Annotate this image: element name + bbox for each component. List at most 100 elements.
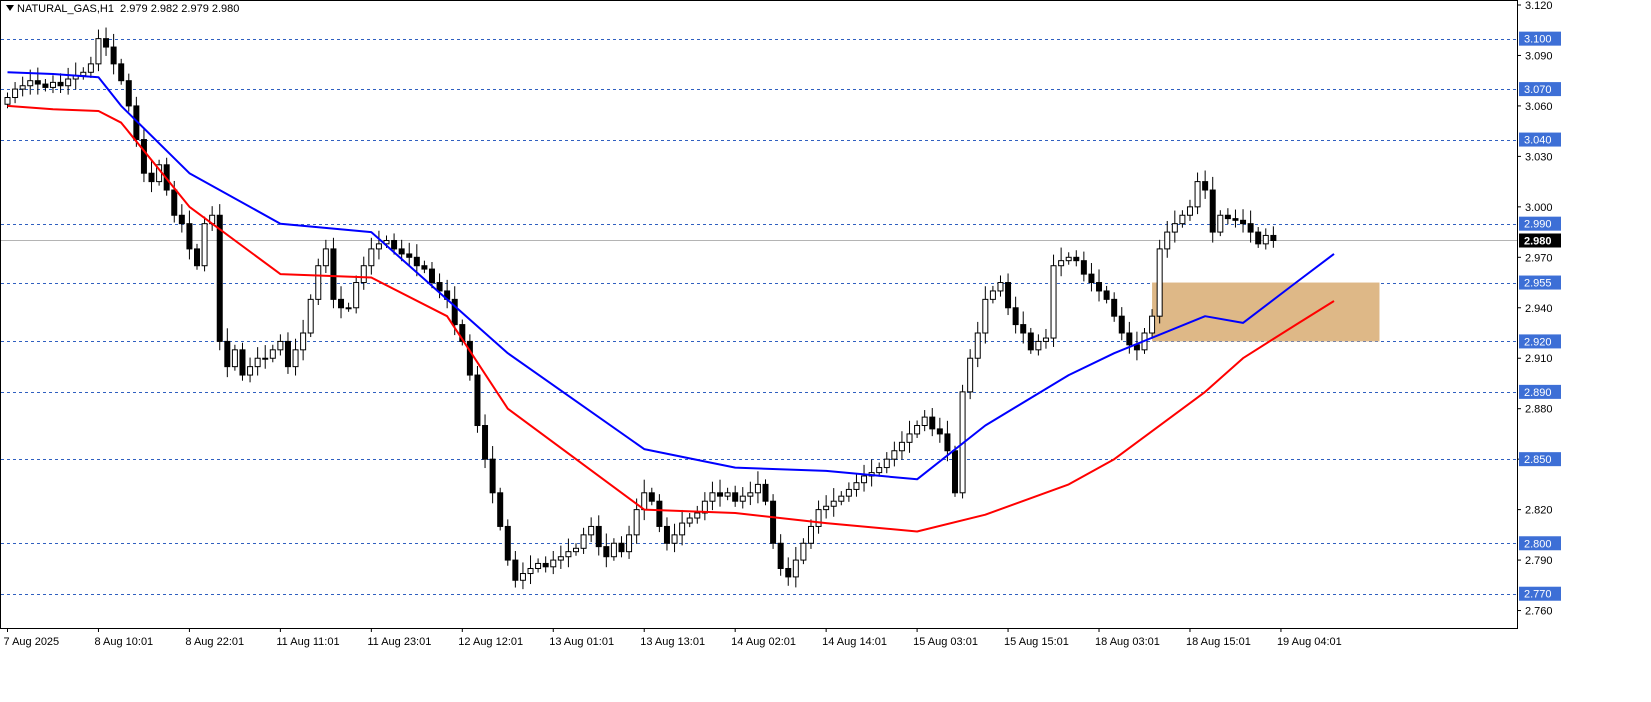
candle-body bbox=[504, 525, 511, 561]
candle-body bbox=[1247, 223, 1254, 233]
candle-body bbox=[1118, 315, 1125, 334]
candle-body bbox=[512, 559, 519, 581]
candle-body bbox=[815, 509, 822, 527]
candle-body bbox=[489, 458, 496, 494]
candle-body bbox=[861, 475, 868, 484]
time-tick-label: 7 Aug 2025 bbox=[4, 636, 60, 648]
current-price-label: 2.980 bbox=[1524, 236, 1552, 248]
candle-body bbox=[853, 482, 860, 490]
price-tick-label: 3.030 bbox=[1525, 151, 1553, 163]
candle-body bbox=[535, 562, 542, 569]
time-tick-label: 13 Aug 01:01 bbox=[549, 636, 614, 648]
candle-body bbox=[247, 366, 254, 376]
candle-body bbox=[580, 534, 587, 549]
candle-body bbox=[1149, 315, 1156, 334]
candle-body bbox=[754, 483, 761, 494]
candle-body bbox=[330, 248, 337, 300]
time-tick-label: 11 Aug 23:01 bbox=[367, 636, 431, 648]
candle-body bbox=[95, 38, 102, 65]
candle-body bbox=[777, 542, 784, 569]
candle-body bbox=[118, 63, 125, 82]
candle bbox=[315, 258, 322, 306]
candle-body bbox=[1042, 337, 1049, 342]
level-label: 2.800 bbox=[1524, 538, 1552, 550]
candle-body bbox=[1270, 234, 1277, 241]
candle-body bbox=[239, 349, 246, 376]
candle-body bbox=[1065, 256, 1072, 262]
candle-body bbox=[936, 428, 943, 435]
candle-body bbox=[770, 500, 777, 544]
candle-body bbox=[148, 172, 155, 183]
candle-body bbox=[679, 522, 686, 536]
candle-body bbox=[1232, 218, 1239, 221]
candle-body bbox=[739, 495, 746, 502]
candle-body bbox=[519, 573, 526, 581]
candle bbox=[216, 204, 223, 351]
candle-body bbox=[65, 78, 72, 87]
level-label: 2.955 bbox=[1524, 278, 1552, 290]
candle-body bbox=[671, 534, 678, 544]
candle-body bbox=[656, 500, 663, 527]
price-chart[interactable]: 3.120 3.090 3.060 3.030 3.000 2.970 2.940 2.910… bbox=[0, 0, 1651, 702]
candle-body bbox=[527, 567, 534, 575]
candle-body bbox=[694, 512, 701, 519]
candle-body bbox=[550, 559, 557, 568]
candle-body bbox=[277, 340, 284, 351]
candle-body bbox=[451, 298, 458, 326]
candle-body bbox=[42, 83, 49, 88]
candle-body bbox=[57, 81, 64, 87]
candle-body bbox=[87, 63, 94, 73]
candle-body bbox=[952, 450, 958, 494]
candle-body bbox=[284, 340, 291, 368]
candle-body bbox=[1027, 332, 1034, 351]
candle-body bbox=[792, 559, 799, 578]
candle-body bbox=[338, 298, 345, 309]
level-label: 3.100 bbox=[1524, 34, 1552, 46]
candle-body bbox=[322, 248, 329, 267]
candle-body bbox=[231, 349, 238, 368]
time-tick-label: 12 Aug 12:01 bbox=[458, 636, 523, 648]
candle-body bbox=[391, 239, 398, 250]
chart-window[interactable]: 3.120 3.090 3.060 3.030 3.000 2.970 2.940 2.910… bbox=[0, 0, 1651, 702]
price-tick-label: 3.120 bbox=[1525, 0, 1553, 12]
candle-body bbox=[1171, 223, 1178, 233]
candle-body bbox=[186, 223, 193, 250]
candle-body bbox=[1050, 265, 1057, 339]
candle-body bbox=[626, 534, 633, 553]
time-tick-label: 14 Aug 14:01 bbox=[822, 636, 887, 648]
candle-body bbox=[876, 467, 883, 474]
candle-body bbox=[921, 416, 928, 427]
candle-body bbox=[34, 80, 41, 85]
candle-body bbox=[375, 243, 382, 250]
time-tick-label: 8 Aug 22:01 bbox=[185, 636, 244, 648]
candle-body bbox=[1103, 290, 1110, 300]
candle-body bbox=[178, 214, 185, 225]
dropdown-triangle-icon[interactable] bbox=[6, 5, 14, 11]
candle-body bbox=[1035, 340, 1042, 351]
candle-body bbox=[292, 349, 299, 368]
price-tick-label: 2.970 bbox=[1525, 252, 1553, 264]
level-label: 2.770 bbox=[1524, 589, 1552, 601]
candle-body bbox=[565, 551, 572, 558]
candle-body bbox=[103, 38, 110, 48]
candle-body bbox=[709, 492, 716, 502]
last-ohlc: 2.979 2.982 2.979 2.980 bbox=[120, 3, 240, 15]
chart-header: NATURAL_GAS,H1 2.979 2.982 2.979 2.980 bbox=[6, 3, 239, 15]
candle-body bbox=[1126, 332, 1133, 346]
candle bbox=[466, 334, 473, 381]
candle-body bbox=[413, 256, 420, 267]
candle-body bbox=[762, 483, 769, 502]
candle-body bbox=[1156, 248, 1163, 317]
candle-body bbox=[610, 542, 617, 558]
candle-body bbox=[421, 265, 428, 270]
candle-body bbox=[1240, 219, 1247, 225]
candle-body bbox=[110, 46, 117, 65]
candle-body bbox=[254, 357, 261, 368]
candle-body bbox=[663, 525, 670, 544]
candle-body bbox=[573, 547, 579, 553]
candle-body bbox=[898, 441, 905, 452]
candle-body bbox=[997, 282, 1004, 292]
candle bbox=[504, 519, 511, 566]
candle-body bbox=[1164, 231, 1171, 250]
candle-body bbox=[633, 509, 640, 536]
